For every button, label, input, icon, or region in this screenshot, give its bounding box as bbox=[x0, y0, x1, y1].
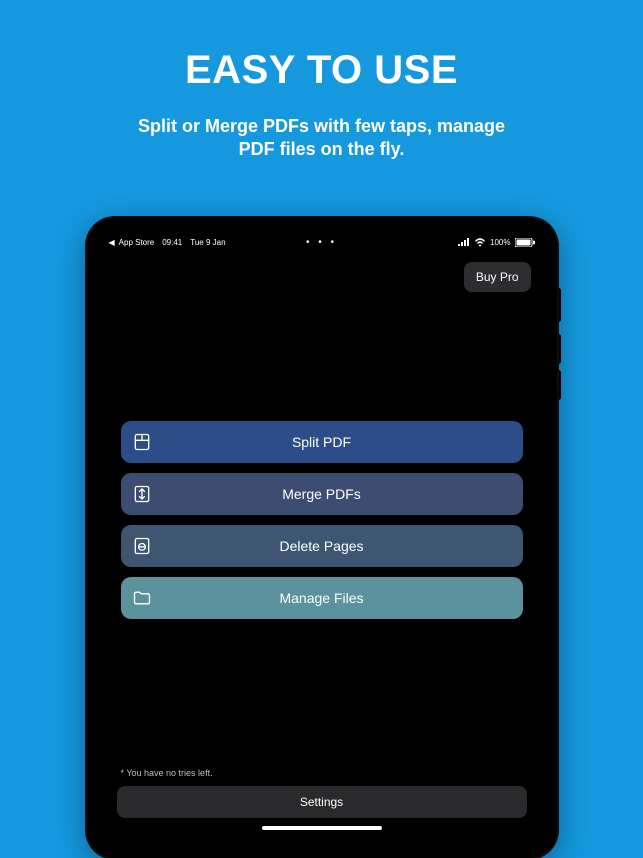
signal-icon bbox=[458, 238, 470, 246]
settings-button[interactable]: Settings bbox=[117, 786, 527, 818]
main-actions: Split PDF Merge PDFs bbox=[97, 272, 547, 768]
back-chevron-icon: ◀ bbox=[109, 238, 115, 247]
manage-files-label: Manage Files bbox=[121, 590, 523, 606]
delete-icon bbox=[121, 536, 163, 556]
tries-left-text: * You have no tries left. bbox=[117, 768, 527, 778]
merge-pdfs-button[interactable]: Merge PDFs bbox=[121, 473, 523, 515]
hero-subtitle: Split or Merge PDFs with few taps, manag… bbox=[0, 115, 643, 162]
hero-title: EASY TO USE bbox=[0, 48, 643, 93]
wifi-icon bbox=[474, 238, 486, 247]
merge-icon bbox=[121, 484, 163, 504]
back-label: App Store bbox=[119, 238, 155, 247]
split-pdf-label: Split PDF bbox=[121, 434, 523, 450]
footer: * You have no tries left. Settings bbox=[97, 768, 547, 848]
home-indicator[interactable] bbox=[262, 826, 382, 830]
battery-pct: 100% bbox=[490, 238, 510, 247]
status-left[interactable]: ◀ App Store 09:41 Tue 9 Jan bbox=[109, 238, 226, 247]
status-bar: ◀ App Store 09:41 Tue 9 Jan • • • 100% bbox=[97, 234, 547, 250]
status-date: Tue 9 Jan bbox=[190, 238, 225, 247]
split-pdf-button[interactable]: Split PDF bbox=[121, 421, 523, 463]
hero-subtitle-line2: PDF files on the fly. bbox=[0, 138, 643, 161]
status-time: 09:41 bbox=[162, 238, 182, 247]
folder-icon bbox=[121, 588, 163, 608]
merge-pdfs-label: Merge PDFs bbox=[121, 486, 523, 502]
delete-pages-button[interactable]: Delete Pages bbox=[121, 525, 523, 567]
hero: EASY TO USE Split or Merge PDFs with few… bbox=[0, 0, 643, 162]
split-icon bbox=[121, 432, 163, 452]
tablet-frame: ◀ App Store 09:41 Tue 9 Jan • • • 100% bbox=[87, 218, 557, 858]
manage-files-button[interactable]: Manage Files bbox=[121, 577, 523, 619]
screen: ◀ App Store 09:41 Tue 9 Jan • • • 100% bbox=[97, 228, 547, 848]
hero-subtitle-line1: Split or Merge PDFs with few taps, manag… bbox=[0, 115, 643, 138]
delete-pages-label: Delete Pages bbox=[121, 538, 523, 554]
battery-icon bbox=[515, 238, 535, 247]
